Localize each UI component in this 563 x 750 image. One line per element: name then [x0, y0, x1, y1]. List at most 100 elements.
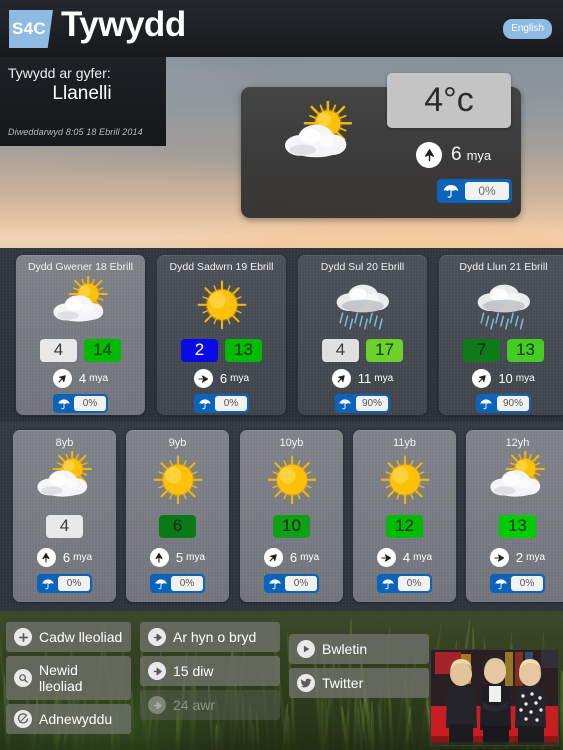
- hour-wind-unit: mya: [73, 552, 92, 563]
- day-wind-speed: 4: [79, 371, 86, 386]
- wind-direction-icon: [377, 548, 396, 567]
- hour-rain-chance: 0%: [511, 576, 543, 591]
- hour-rain: 0%: [353, 574, 456, 593]
- toolbar-button-ar-hyn-o-bryd[interactable]: Ar hyn o bryd: [140, 622, 280, 652]
- umbrella-icon: [55, 397, 72, 411]
- toolbar-button-label: Adnewyddu: [39, 711, 112, 727]
- day-min-temp: 4: [322, 339, 359, 362]
- arrow-right-icon: [148, 696, 166, 714]
- day-rain-chance: 0%: [74, 396, 106, 411]
- day-wind-speed: 10: [498, 371, 512, 386]
- twitter-icon: [297, 674, 315, 692]
- day-weather-icon: [439, 275, 563, 337]
- hour-wind-speed: 4: [403, 550, 410, 565]
- hour-card-title: 9yb: [126, 430, 229, 449]
- current-wind-speed: 6: [451, 144, 462, 166]
- hour-weather-icon: [240, 449, 343, 513]
- toolbar-column-left: Cadw lleoliad Newid lleoliad Adnewyddu: [6, 622, 131, 738]
- rain-chance-pill: 0%: [437, 179, 512, 203]
- wind-direction-icon: [490, 548, 509, 567]
- toolbar-column-right: Bwletin Twitter: [289, 634, 429, 702]
- wind-direction-icon: [472, 369, 491, 388]
- location-panel: Tywydd ar gyfer: Llanelli Diweddarwyd 8:…: [0, 57, 166, 146]
- rain-chance-pill: 0%: [194, 394, 249, 413]
- day-min-temp: 2: [181, 339, 218, 362]
- toolbar-button-24-awr: 24 awr: [140, 690, 280, 720]
- hour-wind-speed: 6: [290, 550, 297, 565]
- day-card-title: Dydd Sadwrn 19 Ebrill: [157, 255, 286, 273]
- day-rain: 0%: [157, 394, 286, 413]
- presenters-thumbnail[interactable]: [430, 649, 559, 746]
- hour-forecast-card[interactable]: 11yb 12 4 mya 0%: [353, 430, 456, 602]
- day-card-title: Dydd Sul 20 Ebrill: [298, 255, 427, 273]
- hour-temperature-wrap: 10: [240, 515, 343, 538]
- s4c-logo-text: S4C: [12, 19, 50, 39]
- toolbar-button-label: 15 diw: [173, 663, 213, 679]
- hour-temperature-wrap: 6: [126, 515, 229, 538]
- day-wind-speed: 6: [220, 371, 227, 386]
- toolbar-button-newid-lleoliad[interactable]: Newid lleoliad: [6, 656, 131, 700]
- toolbar-button-label: 24 awr: [173, 697, 215, 713]
- day-rain-chance: 90%: [497, 396, 529, 411]
- location-label: Tywydd ar gyfer:: [8, 65, 156, 81]
- day-wind: 6 mya: [157, 369, 286, 388]
- rain-chance-pill: 0%: [53, 394, 108, 413]
- umbrella-icon: [266, 577, 283, 591]
- wind-direction-icon: [332, 369, 351, 388]
- hour-rain: 0%: [13, 574, 116, 593]
- rain-chance-pill: 0%: [377, 574, 432, 593]
- toolbar-button-twitter[interactable]: Twitter: [289, 668, 429, 698]
- hour-rain-chance: 0%: [285, 576, 317, 591]
- umbrella-icon: [152, 577, 169, 591]
- hour-forecast-card[interactable]: 9yb 6 5 mya 0%: [126, 430, 229, 602]
- umbrella-icon: [440, 182, 462, 200]
- day-max-temp: 13: [225, 339, 262, 362]
- current-weather-panel[interactable]: 4°c 6 mya 0%: [241, 87, 521, 218]
- day-rain-chance: 90%: [356, 396, 388, 411]
- rain-chance-pill: 0%: [150, 574, 205, 593]
- hour-rain: 0%: [126, 574, 229, 593]
- hour-rain-chance: 0%: [171, 576, 203, 591]
- toolbar-button-adnewyddu[interactable]: Adnewyddu: [6, 704, 131, 734]
- current-weather-icon: [259, 101, 379, 175]
- hour-temperature-wrap: 12: [353, 515, 456, 538]
- toolbar-button-bwletin[interactable]: Bwletin: [289, 634, 429, 664]
- rain-chance-pill: 0%: [490, 574, 545, 593]
- day-temperatures: 2 13: [157, 339, 286, 362]
- toolbar-column-middle: Ar hyn o bryd 15 diw 24 awr: [140, 622, 280, 724]
- toolbar-button-cadw-lleoliad[interactable]: Cadw lleoliad: [6, 622, 131, 652]
- hour-wind-unit: mya: [526, 552, 545, 563]
- day-forecast-card[interactable]: Dydd Gwener 18 Ebrill 4 14 4 mya 0%: [16, 255, 145, 415]
- hour-forecast-card[interactable]: 12yh 13 2 mya 0%: [466, 430, 563, 602]
- weather-app: S4C Tywydd English Tywydd ar gyfer: Llan…: [0, 0, 563, 750]
- toolbar-button-15-diw[interactable]: 15 diw: [140, 656, 280, 686]
- day-forecast-card[interactable]: Dydd Llun 21 Ebrill 7 13 10 mya 90%: [439, 255, 563, 415]
- umbrella-icon: [337, 397, 354, 411]
- current-wind: 6 mya: [416, 142, 491, 168]
- hour-temp: 10: [273, 515, 310, 538]
- day-wind-unit: mya: [230, 373, 249, 384]
- s4c-logo: S4C: [9, 10, 53, 48]
- day-wind-unit: mya: [89, 373, 108, 384]
- umbrella-icon: [379, 577, 396, 591]
- rain-chance-pill: 90%: [335, 394, 390, 413]
- day-card-title: Dydd Gwener 18 Ebrill: [16, 255, 145, 273]
- search-icon: [14, 669, 32, 687]
- hour-temp: 12: [386, 515, 423, 538]
- hour-wind: 5 mya: [126, 548, 229, 567]
- language-toggle-button[interactable]: English: [503, 19, 552, 39]
- day-rain: 90%: [298, 394, 427, 413]
- day-forecast-card[interactable]: Dydd Sul 20 Ebrill 4 17 11 mya 90%: [298, 255, 427, 415]
- rain-chance-pill: 0%: [264, 574, 319, 593]
- hour-forecast-card[interactable]: 10yb 10 6 mya 0%: [240, 430, 343, 602]
- hour-temp: 6: [159, 515, 196, 538]
- day-max-temp: 13: [507, 339, 544, 362]
- umbrella-icon: [39, 577, 56, 591]
- umbrella-icon: [478, 397, 495, 411]
- hour-forecast-card[interactable]: 8yb 4 6 mya 0%: [13, 430, 116, 602]
- current-rain-chance: 0%: [465, 182, 509, 200]
- day-forecast-card[interactable]: Dydd Sadwrn 19 Ebrill 2 13 6 mya 0%: [157, 255, 286, 415]
- hour-rain: 0%: [240, 574, 343, 593]
- hour-weather-icon: [13, 449, 116, 513]
- day-wind: 4 mya: [16, 369, 145, 388]
